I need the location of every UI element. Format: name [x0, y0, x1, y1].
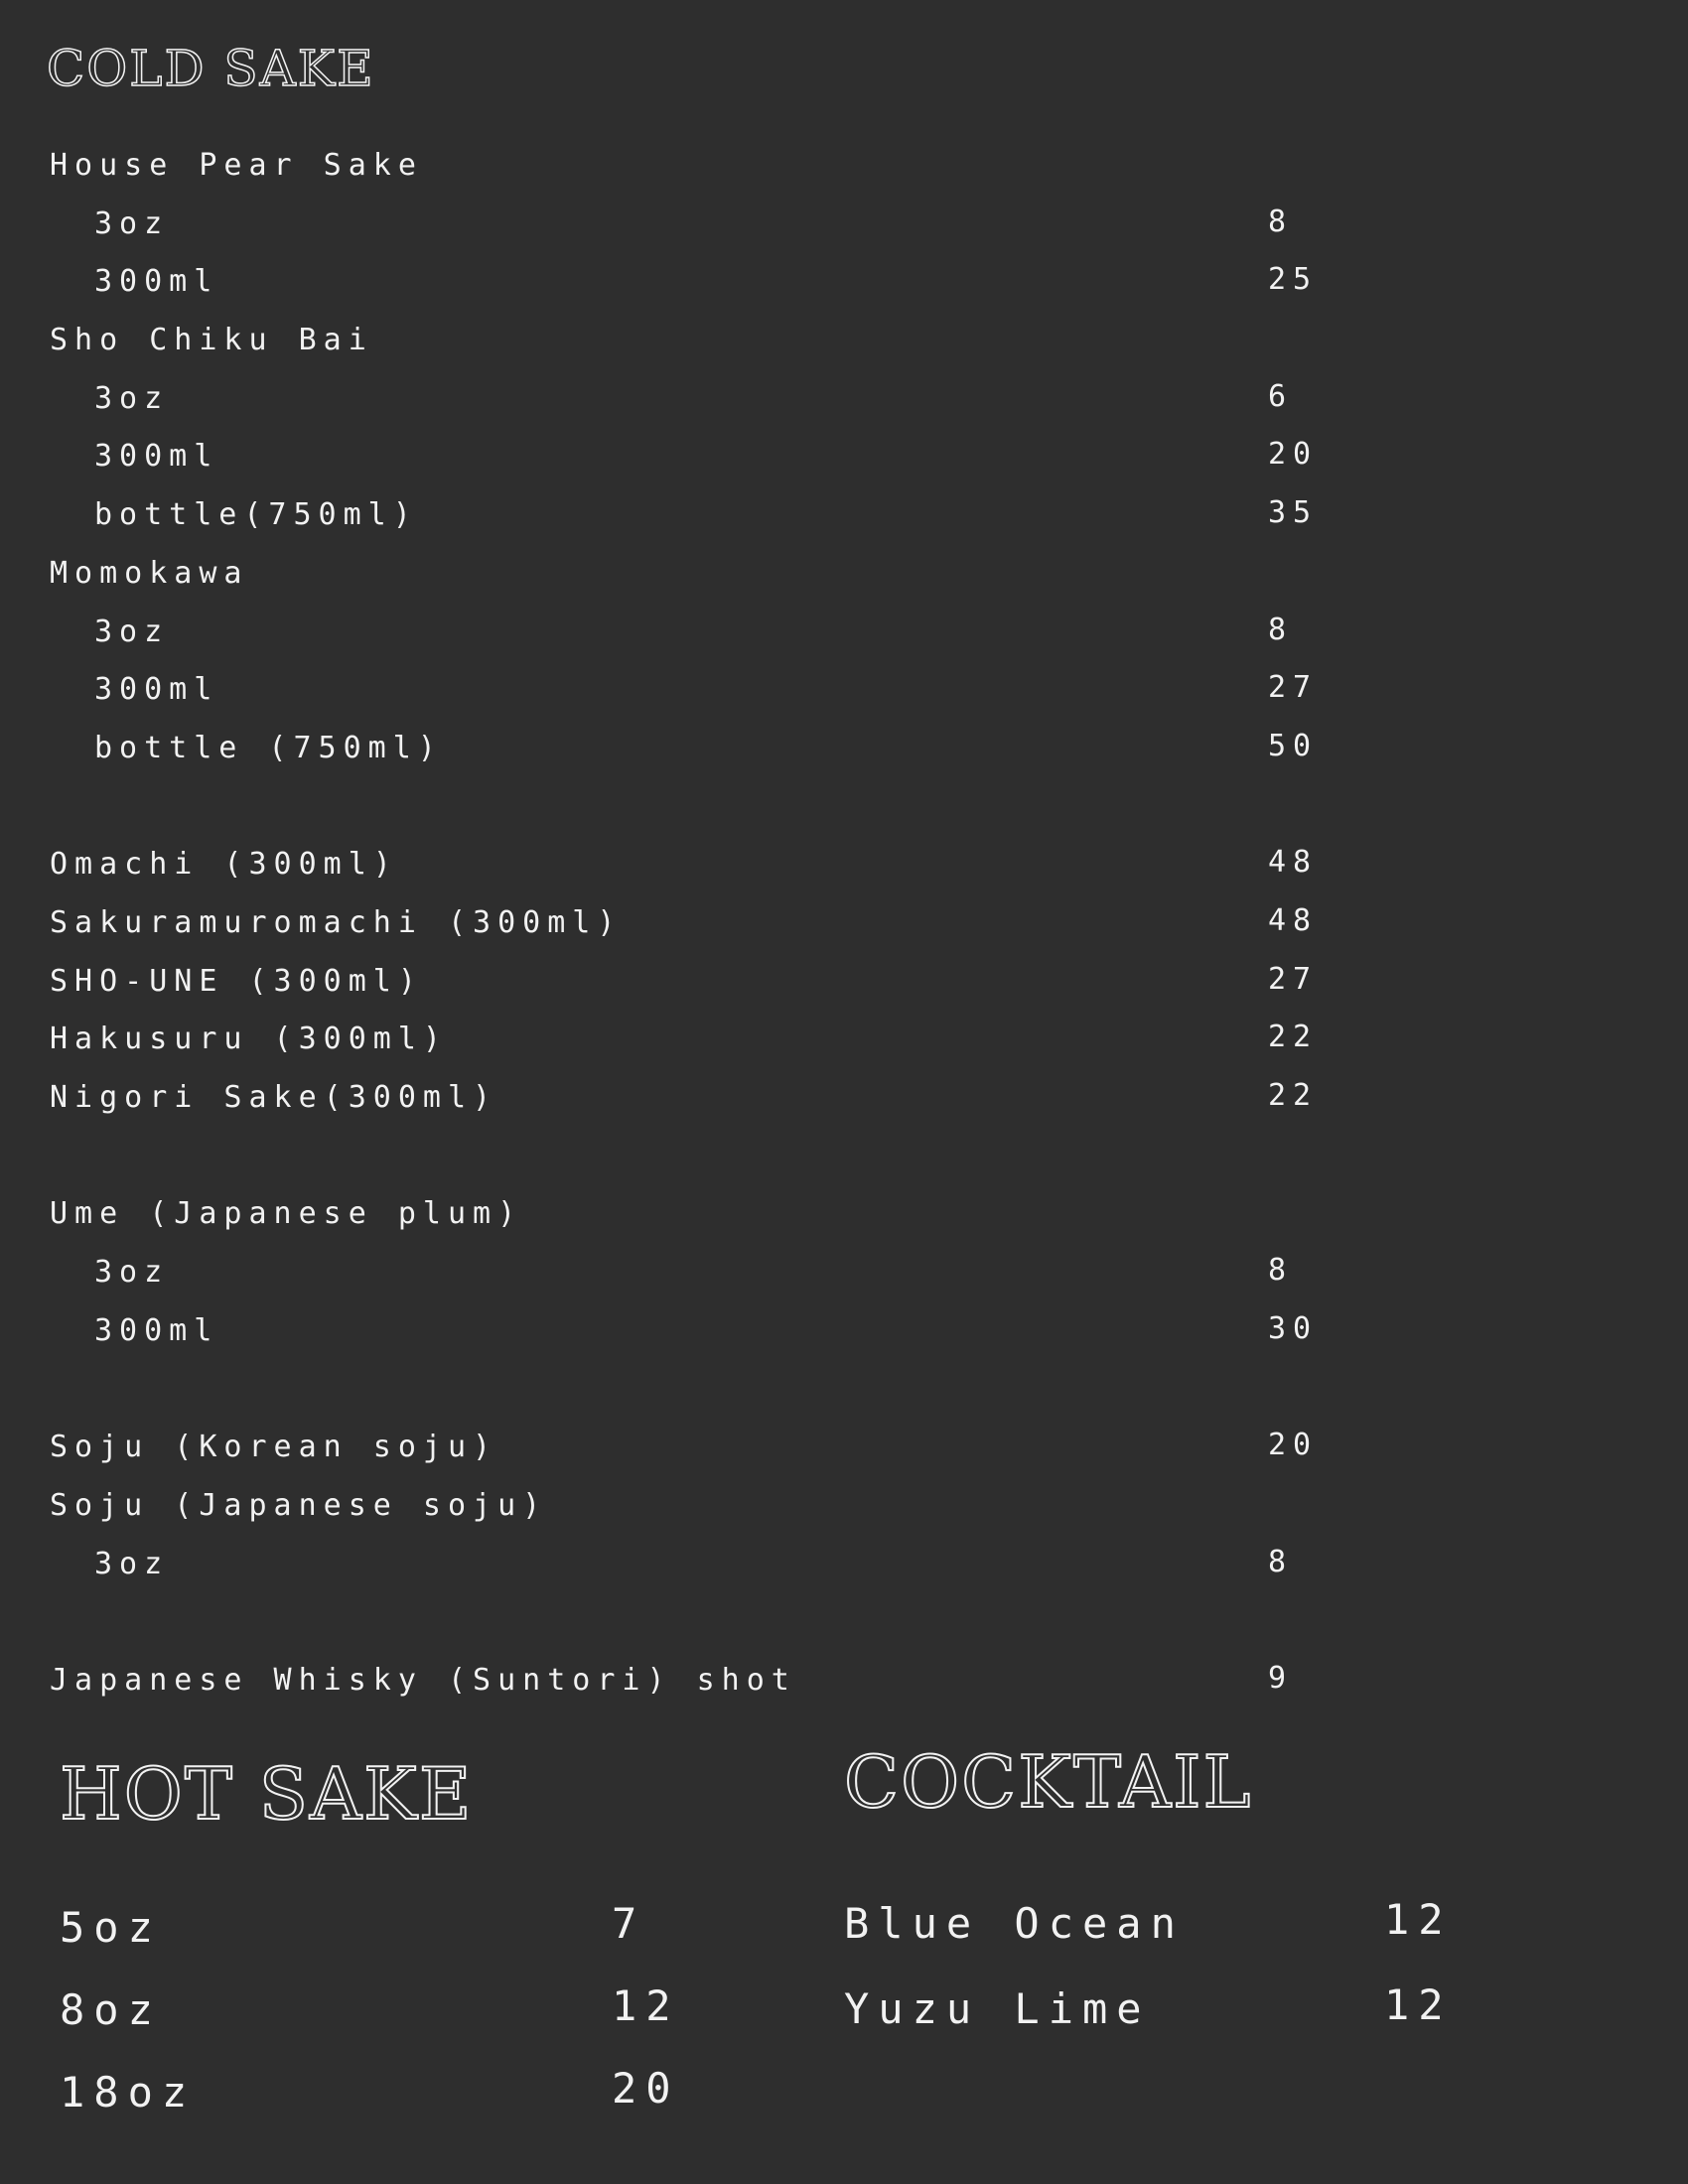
item-name: Soju (Japanese soju)	[50, 1487, 548, 1523]
item-price: 20	[1268, 1428, 1319, 1463]
item-name: Ume (Japanese plum)	[50, 1196, 523, 1232]
menu-item: bottle(750ml) 35	[50, 486, 1340, 545]
item-price: 9	[1268, 1660, 1294, 1696]
item-price: 7	[612, 1899, 646, 1948]
item-name: SHO-UNE (300ml)	[50, 963, 423, 999]
menu-item: 300ml 20	[50, 428, 1340, 486]
item-price: 30	[1268, 1310, 1319, 1346]
menu-item: Soju (Korean soju) 20	[50, 1419, 1340, 1477]
item-name: 3oz	[94, 614, 170, 649]
menu-item: 3oz 8	[50, 196, 1340, 254]
menu-item: 3oz 8	[50, 1536, 1340, 1594]
item-price: 8	[1268, 1544, 1294, 1579]
item-price: 6	[1268, 378, 1294, 414]
item-name: 300ml	[94, 1312, 219, 1348]
item-name: Momokawa	[50, 555, 249, 591]
item-name: 3oz	[94, 380, 170, 416]
item-name: Yuzu Lime	[844, 1984, 1151, 2033]
item-price: 12	[1384, 1895, 1453, 1944]
menu-item: Sakuramuromachi (300ml) 48	[50, 894, 1340, 953]
menu-item: SHO-UNE (300ml) 27	[50, 953, 1340, 1012]
item-name: House Pear Sake	[50, 148, 423, 183]
item-price: 8	[1268, 612, 1294, 647]
item-price: 35	[1268, 495, 1319, 531]
item-name: bottle(750ml)	[94, 497, 418, 533]
item-price: 20	[612, 2064, 680, 2113]
item-price: 20	[1268, 437, 1319, 473]
item-price: 50	[1268, 728, 1319, 763]
item-name: Nigori Sake(300ml)	[50, 1080, 498, 1115]
item-name: 3oz	[94, 1255, 170, 1291]
menu-item: Yuzu Lime 12	[844, 1968, 1539, 2053]
item-name: Sakuramuromachi (300ml)	[50, 904, 623, 940]
menu-item: Ume (Japanese plum)	[50, 1185, 1340, 1244]
menu-item: Omachi (300ml) 48	[50, 836, 1340, 894]
item-price: 27	[1268, 961, 1319, 997]
menu-item: House Pear Sake	[50, 137, 1340, 196]
menu-item: Hakusuru (300ml) 22	[50, 1011, 1340, 1069]
menu-item: Nigori Sake(300ml) 22	[50, 1069, 1340, 1128]
menu-item: Sho Chiku Bai	[50, 312, 1340, 370]
menu-item: Momokawa	[50, 545, 1340, 604]
item-name: Blue Ocean	[844, 1899, 1185, 1948]
item-price: 8	[1268, 204, 1294, 239]
cold-sake-list: House Pear Sake 3oz 8 300ml 25 Sho Chiku…	[50, 137, 1340, 1710]
item-name: 3oz	[94, 205, 170, 241]
item-price: 25	[1268, 262, 1319, 298]
item-name: Soju (Korean soju)	[50, 1430, 498, 1465]
item-name: 3oz	[94, 1546, 170, 1581]
item-name: 5oz	[60, 1903, 162, 1952]
cocktail-list: Blue Ocean 12 Yuzu Lime 12	[844, 1882, 1539, 2053]
item-price: 12	[1384, 1980, 1453, 2029]
item-name: Omachi (300ml)	[50, 847, 398, 883]
item-price: 8	[1268, 1253, 1294, 1289]
menu-item: 300ml 27	[50, 661, 1340, 720]
menu-item: Blue Ocean 12	[844, 1882, 1539, 1968]
item-name: Sho Chiku Bai	[50, 323, 373, 358]
item-name: 300ml	[94, 439, 219, 475]
item-name: 18oz	[60, 2068, 197, 2116]
item-name: 8oz	[60, 1985, 162, 2034]
item-price: 48	[1268, 845, 1319, 881]
item-name: Japanese Whisky (Suntori) shot	[50, 1662, 796, 1698]
menu-item: 3oz 6	[50, 370, 1340, 429]
item-price: 27	[1268, 670, 1319, 706]
menu-item: Soju (Japanese soju)	[50, 1477, 1340, 1536]
menu-item: 18oz 20	[60, 2051, 755, 2133]
menu-item: bottle (750ml) 50	[50, 720, 1340, 778]
hot-sake-list: 5oz 7 8oz 12 18oz 20	[60, 1886, 755, 2133]
item-price: 48	[1268, 902, 1319, 938]
cold-sake-heading: COLD SAKE	[46, 39, 375, 98]
menu-item: Japanese Whisky (Suntori) shot 9	[50, 1652, 1340, 1710]
menu-item: 300ml 25	[50, 253, 1340, 312]
item-price: 12	[612, 1981, 680, 2030]
cocktail-heading: COCKTAIL	[843, 1739, 1253, 1825]
menu-item: 300ml 30	[50, 1302, 1340, 1361]
menu-item: 3oz 8	[50, 1244, 1340, 1302]
menu-item: 3oz 8	[50, 604, 1340, 662]
item-name: 300ml	[94, 672, 219, 708]
item-name: 300ml	[94, 264, 219, 300]
menu-item: 5oz 7	[60, 1886, 755, 1969]
item-name: Hakusuru (300ml)	[50, 1022, 448, 1057]
item-name: bottle (750ml)	[94, 730, 443, 765]
menu-item: 8oz 12	[60, 1969, 755, 2051]
item-price: 22	[1268, 1078, 1319, 1113]
hot-sake-heading: HOT SAKE	[59, 1751, 474, 1837]
item-price: 22	[1268, 1020, 1319, 1055]
